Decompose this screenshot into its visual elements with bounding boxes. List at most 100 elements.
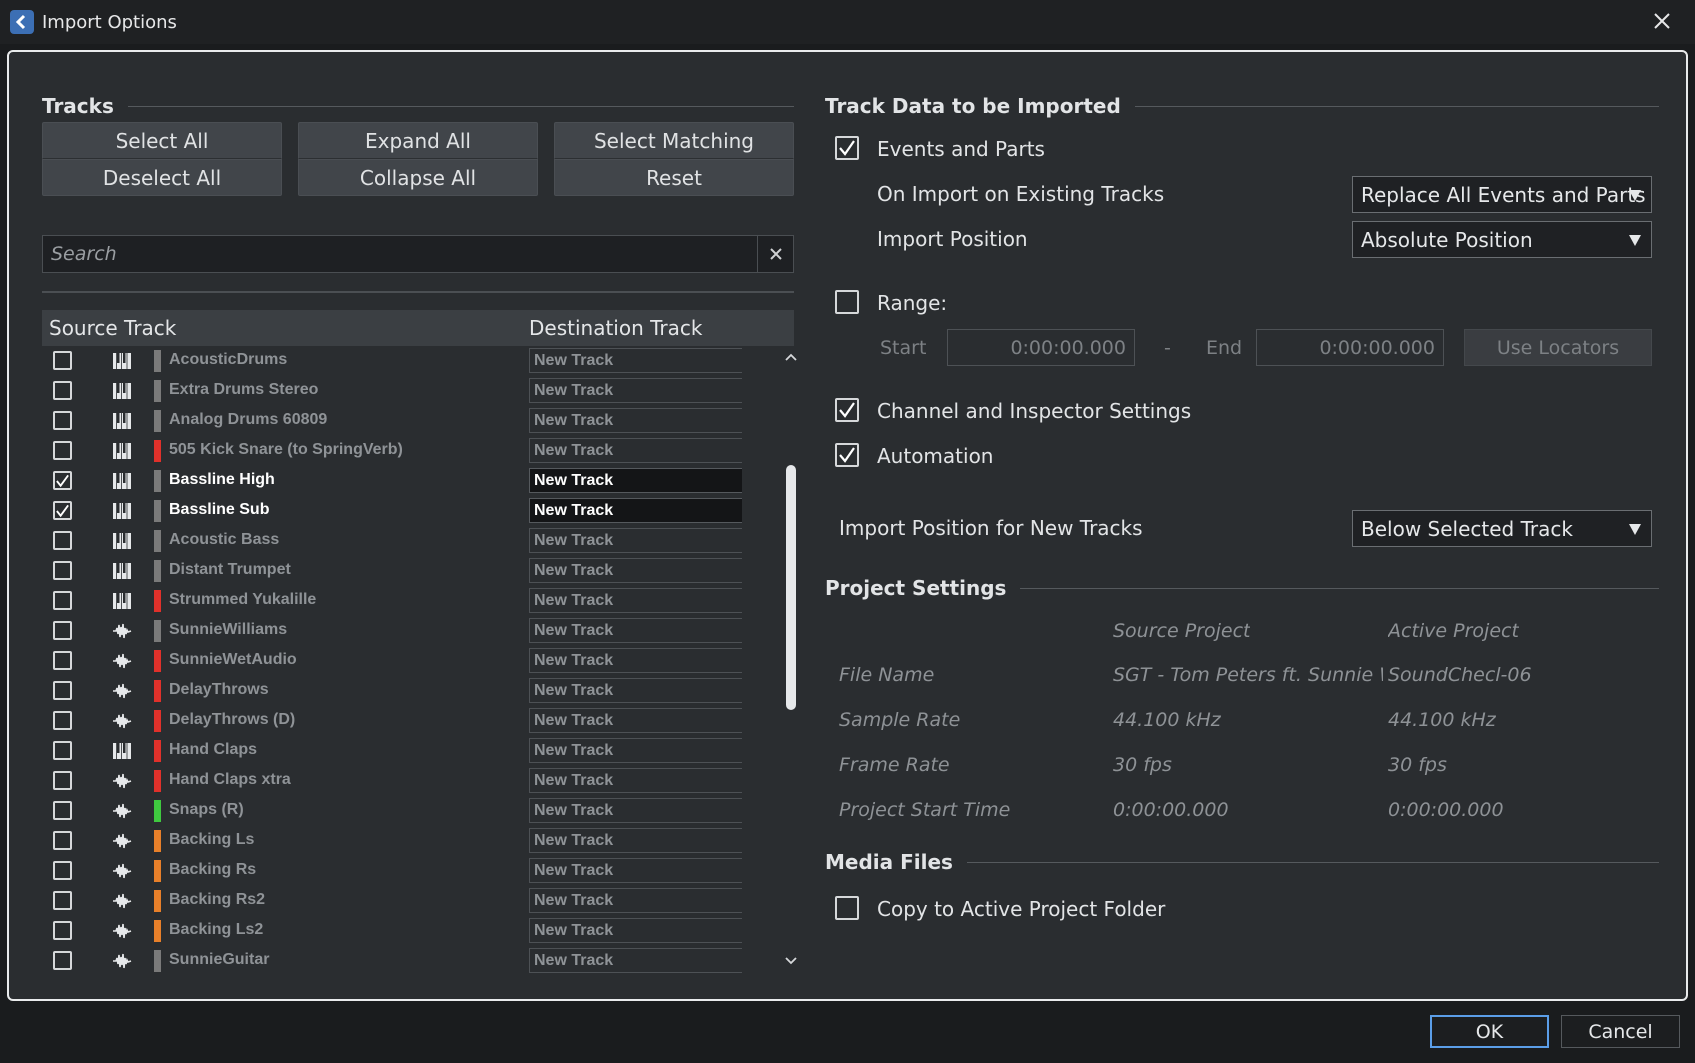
clear-search-icon[interactable]: [757, 236, 793, 272]
table-row[interactable]: Backing Ls2 New Track: [42, 916, 742, 946]
destination-track-select[interactable]: New Track: [529, 558, 742, 583]
destination-track-select[interactable]: New Track: [529, 798, 742, 823]
track-checkbox[interactable]: [53, 801, 72, 820]
table-row[interactable]: Backing Rs2 New Track: [42, 886, 742, 916]
table-row[interactable]: Backing Ls New Track: [42, 826, 742, 856]
track-checkbox[interactable]: [53, 711, 72, 730]
use-locators-button[interactable]: Use Locators: [1464, 329, 1652, 366]
range-start-field[interactable]: 0:00:00.000: [947, 329, 1135, 366]
scrollbar-thumb[interactable]: [786, 465, 796, 710]
destination-track-select[interactable]: New Track: [529, 348, 742, 373]
table-row[interactable]: Backing Rs New Track: [42, 856, 742, 886]
destination-track-select[interactable]: New Track: [529, 828, 742, 853]
destination-track-select[interactable]: New Track: [529, 648, 742, 673]
track-color-swatch: [154, 470, 161, 492]
track-checkbox[interactable]: [53, 831, 72, 850]
copy-to-folder-checkbox[interactable]: [835, 896, 859, 920]
track-checkbox[interactable]: [53, 501, 72, 520]
table-row[interactable]: Distant Trumpet New Track: [42, 556, 742, 586]
new-tracks-position-select[interactable]: Below Selected Track: [1352, 510, 1652, 547]
search-input[interactable]: [43, 236, 757, 272]
track-checkbox[interactable]: [53, 891, 72, 910]
destination-track-select[interactable]: New Track: [529, 468, 742, 493]
track-checkbox[interactable]: [53, 531, 72, 550]
cancel-button[interactable]: Cancel: [1561, 1015, 1680, 1048]
events-and-parts-label: Events and Parts: [877, 137, 1045, 161]
track-checkbox[interactable]: [53, 741, 72, 760]
table-row[interactable]: Snaps (R) New Track: [42, 796, 742, 826]
destination-track-select[interactable]: New Track: [529, 858, 742, 883]
destination-track-select[interactable]: New Track: [529, 918, 742, 943]
source-track-name: SunnieGuitar: [169, 951, 270, 968]
automation-checkbox[interactable]: [835, 443, 859, 467]
deselect-all-button[interactable]: Deselect All: [42, 159, 282, 196]
track-checkbox[interactable]: [53, 861, 72, 880]
table-row[interactable]: Analog Drums 60809 New Track: [42, 406, 742, 436]
ok-button[interactable]: OK: [1430, 1015, 1549, 1048]
track-checkbox[interactable]: [53, 411, 72, 430]
close-icon[interactable]: [1649, 8, 1675, 34]
destination-track-select[interactable]: New Track: [529, 888, 742, 913]
table-row[interactable]: DelayThrows New Track: [42, 676, 742, 706]
table-row[interactable]: Hand Claps New Track: [42, 736, 742, 766]
source-track-name: SunnieWilliams: [169, 621, 288, 638]
table-row[interactable]: AcousticDrums New Track: [42, 346, 742, 376]
destination-track-select[interactable]: New Track: [529, 738, 742, 763]
reset-button[interactable]: Reset: [554, 159, 794, 196]
destination-track-select[interactable]: New Track: [529, 678, 742, 703]
tracks-section-header: Tracks: [42, 94, 794, 118]
source-track-name: Hand Claps xtra: [169, 771, 291, 788]
track-checkbox[interactable]: [53, 591, 72, 610]
destination-track-select[interactable]: New Track: [529, 948, 742, 973]
collapse-all-button[interactable]: Collapse All: [298, 159, 538, 196]
table-row[interactable]: Acoustic Bass New Track: [42, 526, 742, 556]
track-checkbox[interactable]: [53, 681, 72, 700]
destination-track-select[interactable]: New Track: [529, 768, 742, 793]
on-import-existing-select[interactable]: Replace All Events and Parts: [1352, 176, 1652, 213]
track-checkbox[interactable]: [53, 381, 72, 400]
instrument-track-icon: [112, 562, 132, 580]
table-row[interactable]: Extra Drums Stereo New Track: [42, 376, 742, 406]
track-checkbox[interactable]: [53, 951, 72, 970]
expand-all-button[interactable]: Expand All: [298, 122, 538, 159]
project-setting-label: File Name: [839, 664, 935, 686]
table-row[interactable]: SunnieWetAudio New Track: [42, 646, 742, 676]
scroll-up-icon[interactable]: [784, 350, 798, 364]
range-label: Range:: [877, 291, 948, 315]
table-row[interactable]: SunnieGuitar New Track: [42, 946, 742, 976]
table-row[interactable]: 505 Kick Snare (to SpringVerb) New Track: [42, 436, 742, 466]
on-import-existing-value: Replace All Events and Parts: [1361, 182, 1646, 207]
destination-track-select[interactable]: New Track: [529, 588, 742, 613]
destination-track-select[interactable]: New Track: [529, 378, 742, 403]
table-row[interactable]: DelayThrows (D) New Track: [42, 706, 742, 736]
table-row[interactable]: SunnieWilliams New Track: [42, 616, 742, 646]
select-all-button[interactable]: Select All: [42, 122, 282, 159]
track-checkbox[interactable]: [53, 771, 72, 790]
scroll-down-icon[interactable]: [784, 954, 798, 968]
track-checkbox[interactable]: [53, 921, 72, 940]
table-row[interactable]: Strummed Yukalille New Track: [42, 586, 742, 616]
track-checkbox[interactable]: [53, 351, 72, 370]
track-checkbox[interactable]: [53, 561, 72, 580]
import-position-select[interactable]: Absolute Position: [1352, 221, 1652, 258]
source-track-name: Backing Ls2: [169, 921, 264, 938]
track-checkbox[interactable]: [53, 441, 72, 460]
table-row[interactable]: Bassline High New Track: [42, 466, 742, 496]
events-and-parts-checkbox[interactable]: [835, 136, 859, 160]
destination-track-select[interactable]: New Track: [529, 708, 742, 733]
destination-track-select[interactable]: New Track: [529, 618, 742, 643]
select-matching-button[interactable]: Select Matching: [554, 122, 794, 159]
range-checkbox[interactable]: [835, 290, 859, 314]
project-setting-label: Sample Rate: [839, 709, 961, 731]
range-end-field[interactable]: 0:00:00.000: [1256, 329, 1444, 366]
table-row[interactable]: Bassline Sub New Track: [42, 496, 742, 526]
destination-track-select[interactable]: New Track: [529, 528, 742, 553]
destination-track-select[interactable]: New Track: [529, 498, 742, 523]
track-checkbox[interactable]: [53, 621, 72, 640]
channel-inspector-checkbox[interactable]: [835, 398, 859, 422]
track-checkbox[interactable]: [53, 651, 72, 670]
destination-track-select[interactable]: New Track: [529, 408, 742, 433]
destination-track-select[interactable]: New Track: [529, 438, 742, 463]
track-checkbox[interactable]: [53, 471, 72, 490]
table-row[interactable]: Hand Claps xtra New Track: [42, 766, 742, 796]
